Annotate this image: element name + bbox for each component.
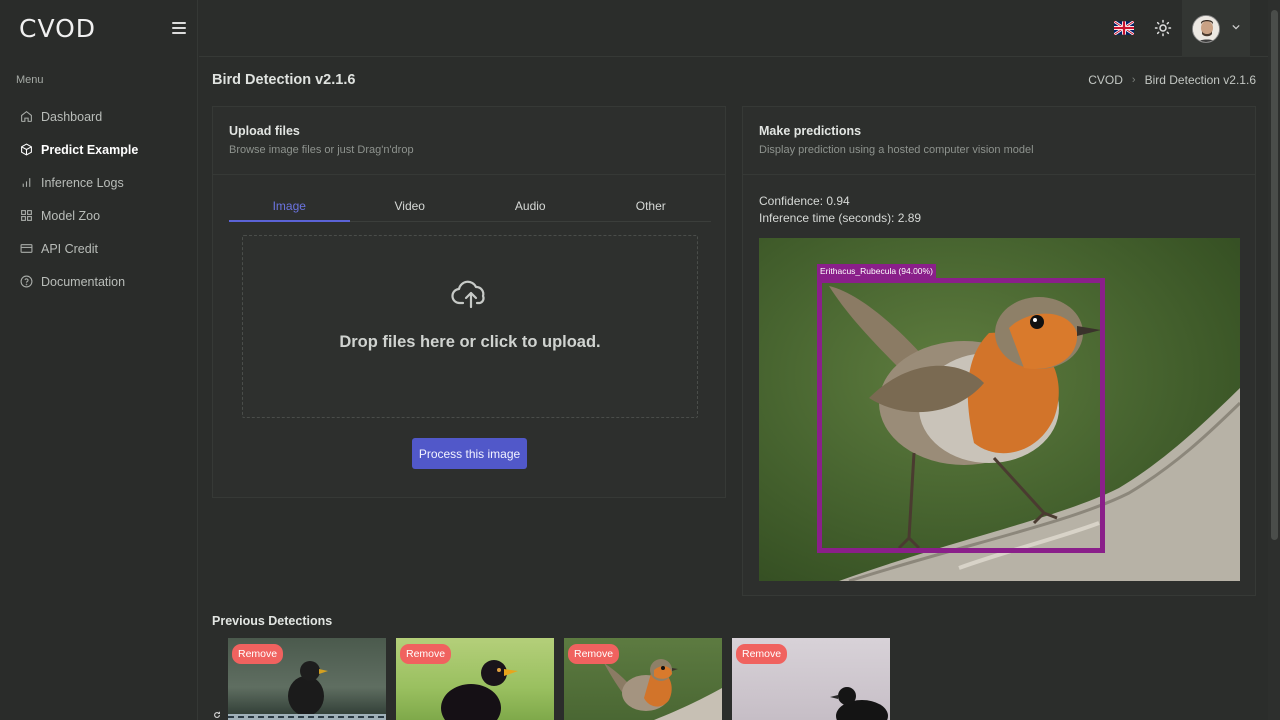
tab-video[interactable]: Video: [350, 195, 471, 221]
cloud-upload-icon: [451, 280, 485, 309]
previous-detections-list: Remove Remove Remove Remove: [228, 638, 890, 720]
scrollbar-thumb[interactable]: [1271, 10, 1278, 540]
prediction-stats: Confidence: 0.94 Inference time (seconds…: [759, 193, 921, 227]
sidebar-item-label: API Credit: [41, 241, 98, 256]
profile-menu[interactable]: [1182, 0, 1250, 57]
credit-card-icon: [20, 244, 33, 253]
sidebar-item-inference-logs[interactable]: Inference Logs: [0, 166, 198, 199]
grid-icon: [21, 210, 32, 221]
sidebar-nav: Dashboard Predict Example Inference Logs…: [0, 100, 198, 298]
menu-toggle-icon[interactable]: [172, 22, 186, 34]
prediction-card: Make predictions Display prediction usin…: [742, 106, 1256, 596]
page-title: Bird Detection v2.1.6: [212, 72, 356, 88]
avatar[interactable]: [1192, 15, 1220, 43]
detection-thumbnail[interactable]: Remove: [228, 638, 386, 720]
page-scrollbar[interactable]: [1268, 0, 1280, 720]
confidence-value: Confidence: 0.94: [759, 194, 850, 208]
home-icon: [21, 110, 32, 122]
bar-chart-icon: [22, 178, 31, 187]
breadcrumb-item-current: Bird Detection v2.1.6: [1144, 73, 1256, 87]
detection-thumbnail[interactable]: Remove: [564, 638, 722, 720]
dropzone-text: Drop files here or click to upload.: [339, 333, 601, 351]
chevron-right-icon: ›: [1131, 74, 1136, 86]
sidebar-item-documentation[interactable]: Documentation: [0, 265, 198, 298]
remove-detection-button[interactable]: Remove: [232, 644, 284, 664]
file-dropzone[interactable]: Drop files here or click to upload.: [242, 235, 698, 418]
sun-icon[interactable]: [1154, 19, 1172, 37]
topbar: [199, 0, 1268, 57]
sidebar: CVOD Menu Dashboard Predict Example Infe…: [0, 0, 198, 720]
breadcrumb-item-home[interactable]: CVOD: [1088, 73, 1123, 87]
detection-thumbnail[interactable]: Remove: [732, 638, 890, 720]
prediction-card-header: Make predictions Display prediction usin…: [743, 107, 1255, 175]
remove-detection-button[interactable]: Remove: [400, 644, 452, 664]
sidebar-item-model-zoo[interactable]: Model Zoo: [0, 199, 198, 232]
help-circle-icon: [20, 275, 33, 288]
upload-card-title: Upload files: [229, 124, 300, 138]
process-image-button[interactable]: Process this image: [412, 438, 527, 469]
remove-detection-button[interactable]: Remove: [568, 644, 620, 664]
upload-card-header: Upload files Browse image files or just …: [213, 107, 725, 175]
sidebar-item-label: Documentation: [41, 274, 126, 289]
tab-other[interactable]: Other: [591, 195, 712, 221]
prediction-card-subtitle: Display prediction using a hosted comput…: [759, 144, 1034, 156]
tab-image[interactable]: Image: [229, 195, 350, 222]
detection-label: Erithacus_Rubecula (94.00%): [817, 264, 936, 279]
sidebar-item-api-credit[interactable]: API Credit: [0, 232, 198, 265]
chevron-down-icon[interactable]: [1232, 24, 1240, 30]
tab-audio[interactable]: Audio: [470, 195, 591, 221]
sidebar-item-label: Inference Logs: [41, 175, 124, 190]
upload-card-subtitle: Browse image files or just Drag'n'drop: [229, 144, 414, 156]
prediction-image: Erithacus_Rubecula (94.00%): [759, 238, 1240, 581]
uk-flag-icon[interactable]: [1114, 21, 1134, 35]
upload-tabs: Image Video Audio Other: [229, 195, 711, 222]
sidebar-item-label: Model Zoo: [41, 208, 101, 223]
remove-detection-button[interactable]: Remove: [736, 644, 788, 664]
prediction-card-title: Make predictions: [759, 124, 862, 138]
upload-card: Upload files Browse image files or just …: [212, 106, 726, 498]
detection-bounding-box: [817, 278, 1105, 553]
sidebar-item-predict-example[interactable]: Predict Example: [0, 133, 198, 166]
sidebar-item-label: Predict Example: [41, 142, 139, 157]
refresh-icon[interactable]: [213, 711, 221, 719]
sidebar-item-dashboard[interactable]: Dashboard: [0, 100, 198, 133]
menu-section-title: Menu: [16, 74, 44, 86]
detection-thumbnail[interactable]: Remove: [396, 638, 554, 720]
breadcrumb: CVOD › Bird Detection v2.1.6: [1088, 73, 1256, 87]
cube-icon: [21, 143, 32, 156]
previous-detections-title: Previous Detections: [212, 614, 333, 628]
inference-time-value: Inference time (seconds): 2.89: [759, 211, 922, 225]
sidebar-item-label: Dashboard: [41, 109, 103, 124]
app-logo[interactable]: CVOD: [19, 14, 96, 43]
